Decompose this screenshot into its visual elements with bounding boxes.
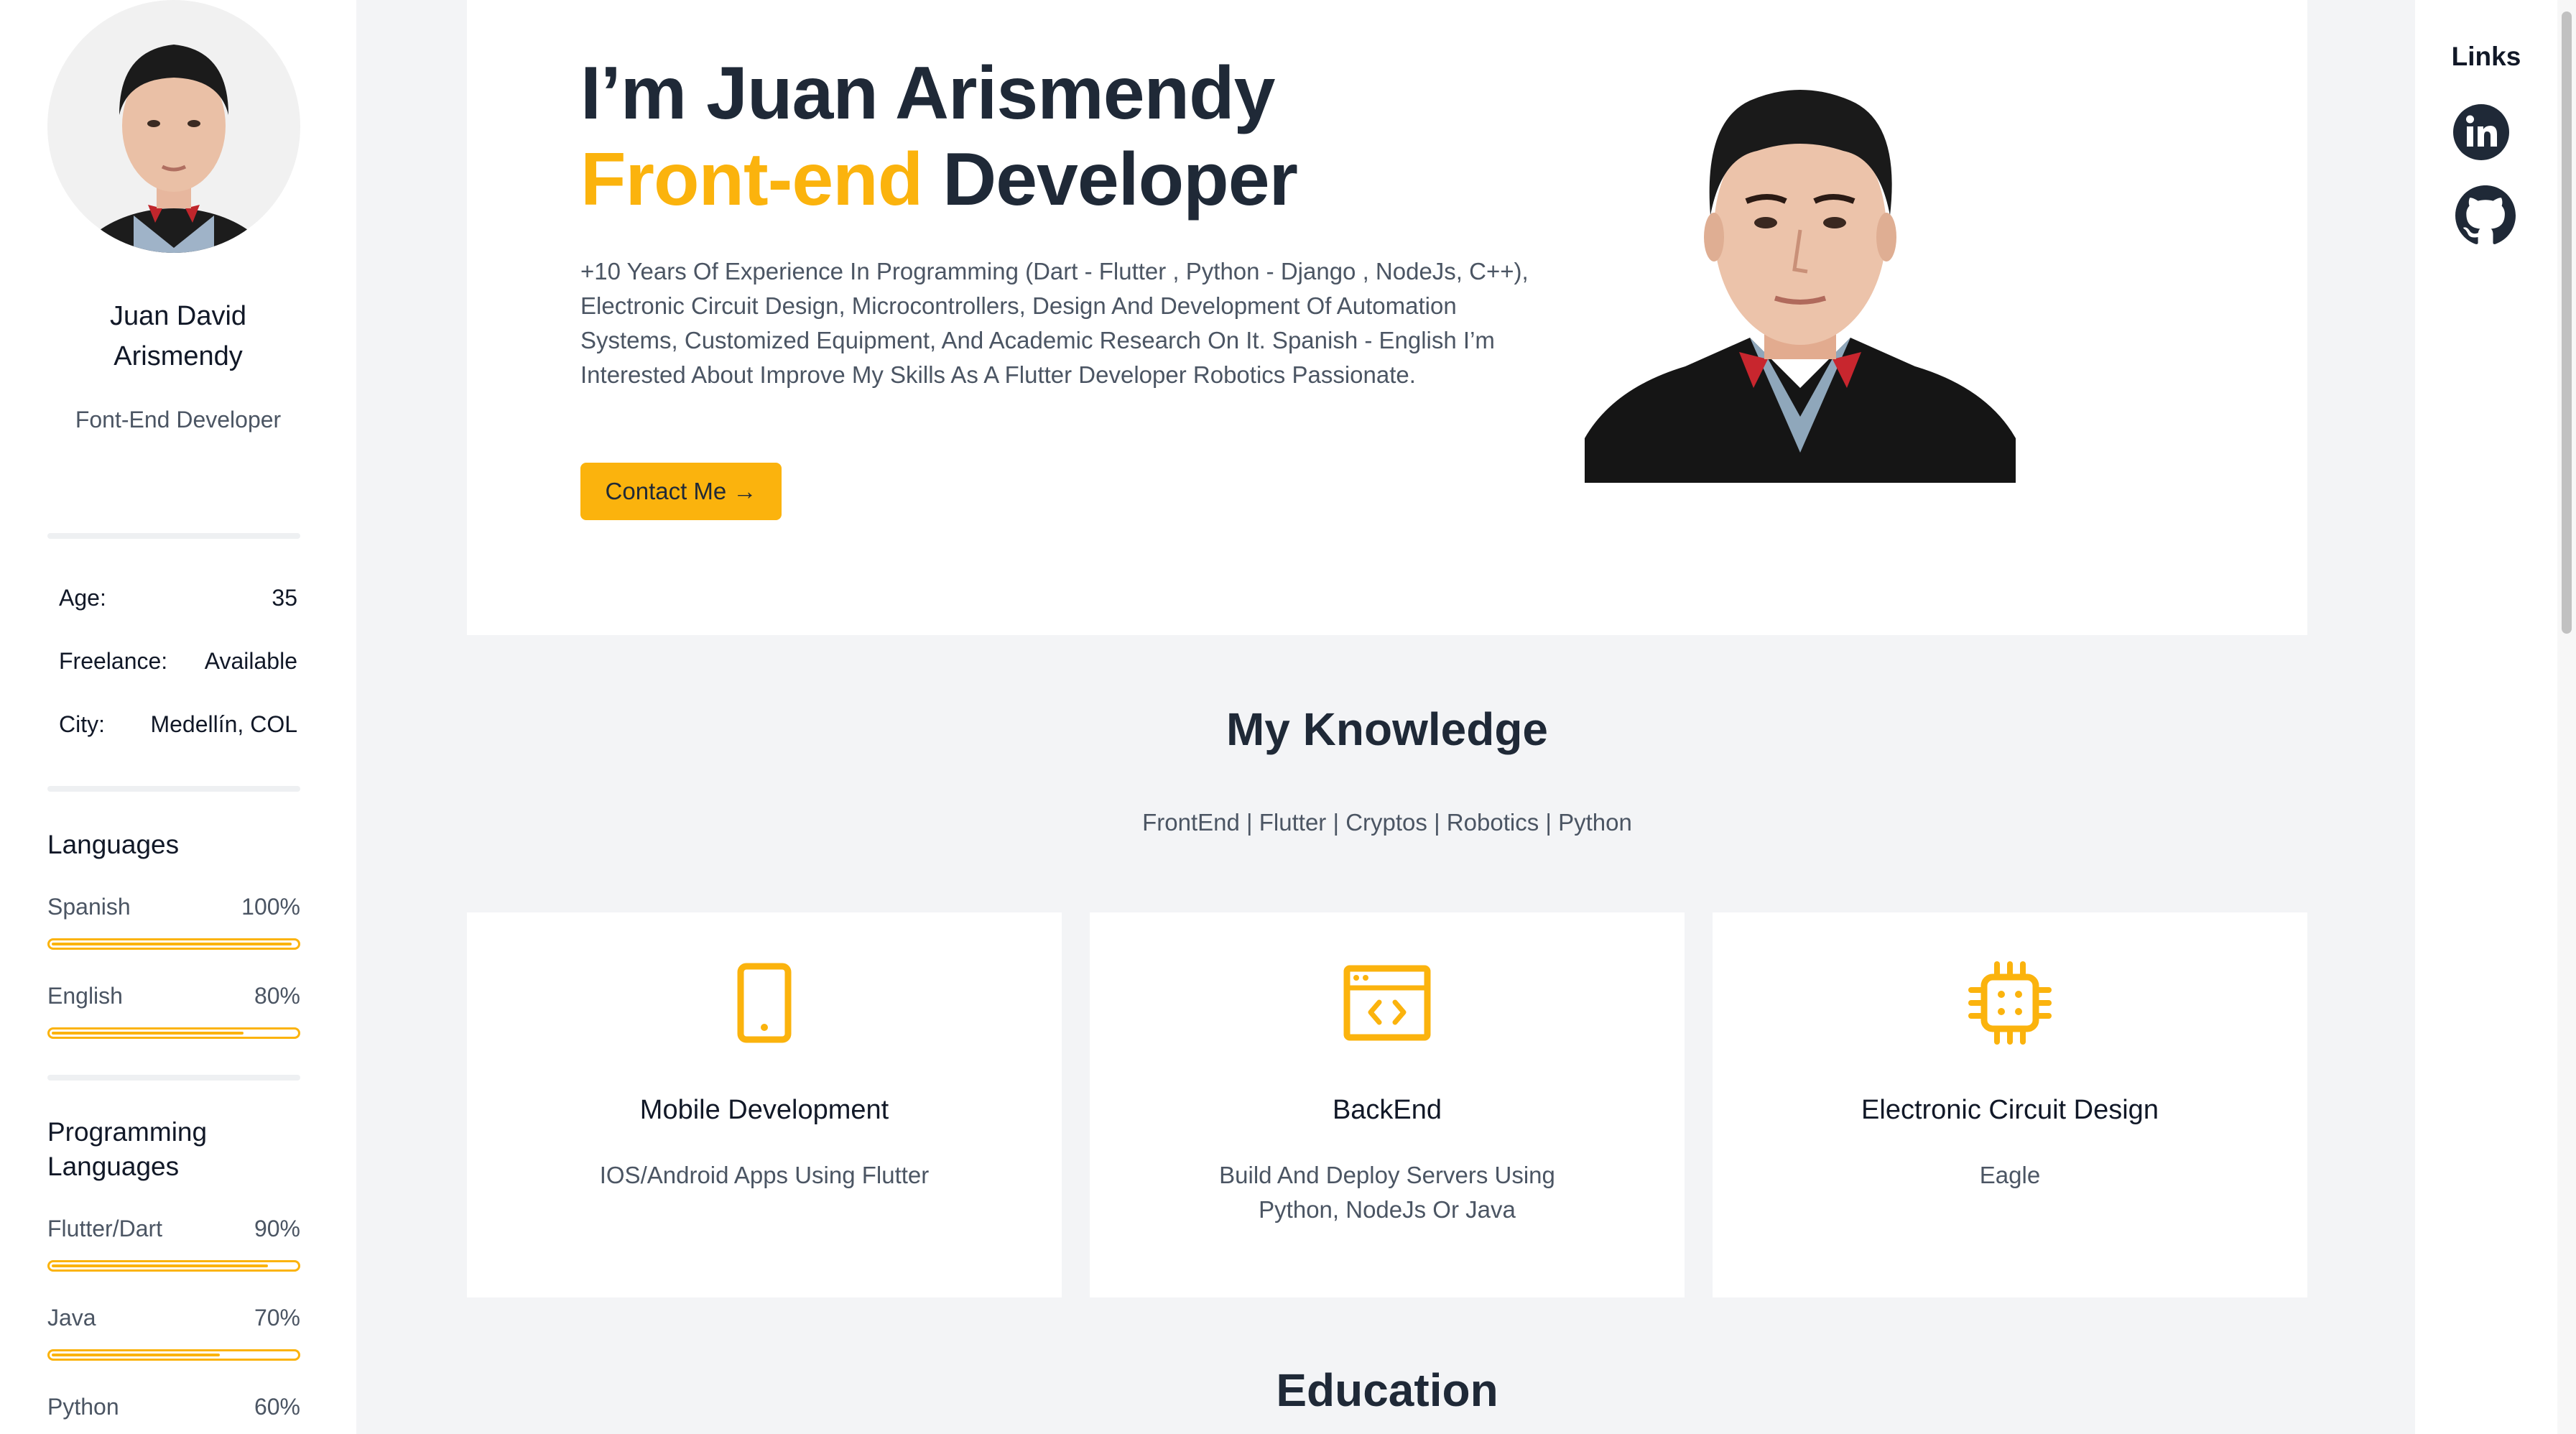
info-label: Age: bbox=[59, 585, 106, 611]
sidebar-name: Juan David Arismendy bbox=[0, 296, 356, 376]
avatar bbox=[47, 0, 300, 253]
hero-title: I’m Juan Arismendy Front-end Developer bbox=[580, 50, 1298, 223]
info-row-freelance: Freelance: Available bbox=[59, 648, 297, 675]
hero-title-rest: Developer bbox=[922, 138, 1298, 221]
programming-heading-line1: Programming bbox=[47, 1117, 208, 1147]
info-label: City: bbox=[59, 711, 105, 737]
hero-title-line1: I’m Juan Arismendy bbox=[580, 52, 1275, 135]
card-description: Build And Deploy Servers Using Python, N… bbox=[1219, 1162, 1555, 1223]
divider bbox=[47, 1075, 300, 1081]
info-label: Freelance: bbox=[59, 648, 168, 674]
skill-bar-fill bbox=[52, 1264, 268, 1267]
skill-percent: 70% bbox=[254, 1305, 300, 1331]
links-title: Links bbox=[2451, 42, 2521, 71]
browser-code-icon bbox=[1090, 958, 1685, 1047]
skill-bar-fill bbox=[52, 943, 292, 945]
skill-row-english: English 80% bbox=[47, 983, 300, 1009]
skill-bar-java bbox=[47, 1349, 300, 1361]
programming-heading-line2: Languages bbox=[47, 1152, 180, 1181]
card-description: IOS/Android Apps Using Flutter bbox=[599, 1162, 930, 1188]
knowledge-card-mobile: Mobile Development IOS/Android Apps Usin… bbox=[467, 912, 1062, 1297]
info-value: 35 bbox=[272, 585, 297, 611]
skill-name: Flutter/Dart bbox=[47, 1216, 163, 1241]
skill-percent: 60% bbox=[254, 1394, 300, 1420]
contact-me-button[interactable]: Contact Me → bbox=[580, 463, 782, 520]
languages-heading: Languages bbox=[47, 830, 180, 859]
skill-name: Spanish bbox=[47, 894, 131, 920]
sidebar: Juan David Arismendy Font-End Developer … bbox=[0, 0, 356, 1434]
sidebar-name-first: Juan David bbox=[109, 301, 247, 331]
linkedin-icon[interactable] bbox=[2452, 103, 2510, 161]
github-icon[interactable] bbox=[2455, 185, 2516, 244]
hero-title-line2: Front-end Developer bbox=[580, 137, 1298, 223]
skill-row-java: Java 70% bbox=[47, 1305, 300, 1331]
skill-name: Java bbox=[47, 1305, 96, 1331]
skill-row-python: Python 60% bbox=[47, 1394, 300, 1420]
profile-photo bbox=[1585, 50, 2016, 483]
skill-bar-flutter bbox=[47, 1260, 300, 1272]
info-row-city: City: Medellín, COL bbox=[59, 711, 297, 738]
divider bbox=[47, 533, 300, 539]
card-title: Electronic Circuit Design bbox=[1861, 1095, 2159, 1125]
knowledge-title: My Knowledge bbox=[1226, 703, 1549, 755]
programming-heading: Programming Languages bbox=[47, 1115, 300, 1184]
profile-photo-avatar bbox=[77, 45, 271, 253]
skill-row-spanish: Spanish 100% bbox=[47, 894, 300, 920]
skill-percent: 100% bbox=[241, 894, 300, 920]
mobile-phone-icon bbox=[467, 958, 1062, 1047]
info-value: Medellín, COL bbox=[150, 711, 297, 737]
skill-bar-fill bbox=[52, 1354, 220, 1356]
skill-percent: 90% bbox=[254, 1216, 300, 1241]
chip-icon bbox=[1713, 958, 2307, 1047]
skill-bar-fill bbox=[52, 1032, 244, 1035]
knowledge-card-circuit: Electronic Circuit Design Eagle bbox=[1713, 912, 2307, 1297]
skill-bar-spanish bbox=[47, 938, 300, 950]
links-rail: Links bbox=[2415, 0, 2557, 1434]
sidebar-name-last: Arismendy bbox=[113, 341, 243, 371]
knowledge-card-backend: BackEnd Build And Deploy Servers Using P… bbox=[1090, 912, 1685, 1297]
scrollbar-thumb[interactable] bbox=[2562, 11, 2572, 634]
skill-row-flutter: Flutter/Dart 90% bbox=[47, 1216, 300, 1242]
card-description: Eagle bbox=[1979, 1162, 2041, 1188]
skill-name: Python bbox=[47, 1394, 119, 1420]
info-row-age: Age: 35 bbox=[59, 585, 297, 611]
hero-description: +10 Years Of Experience In Programming (… bbox=[580, 258, 1529, 388]
card-title: Mobile Development bbox=[639, 1095, 889, 1125]
profile-photo-image bbox=[1585, 50, 2016, 483]
scrollbar[interactable] bbox=[2557, 0, 2576, 1434]
skill-percent: 80% bbox=[254, 983, 300, 1009]
skill-name: English bbox=[47, 983, 123, 1009]
knowledge-tags: FrontEnd | Flutter | Cryptos | Robotics … bbox=[1142, 809, 1632, 836]
sidebar-role: Font-End Developer bbox=[75, 407, 282, 432]
info-value: Available bbox=[204, 648, 297, 674]
card-title: BackEnd bbox=[1332, 1095, 1442, 1125]
education-title: Education bbox=[1276, 1364, 1498, 1416]
skill-bar-english bbox=[47, 1027, 300, 1039]
divider bbox=[47, 786, 300, 792]
hero-title-accent: Front-end bbox=[580, 138, 923, 221]
hero-section: I’m Juan Arismendy Front-end Developer +… bbox=[467, 0, 2307, 635]
